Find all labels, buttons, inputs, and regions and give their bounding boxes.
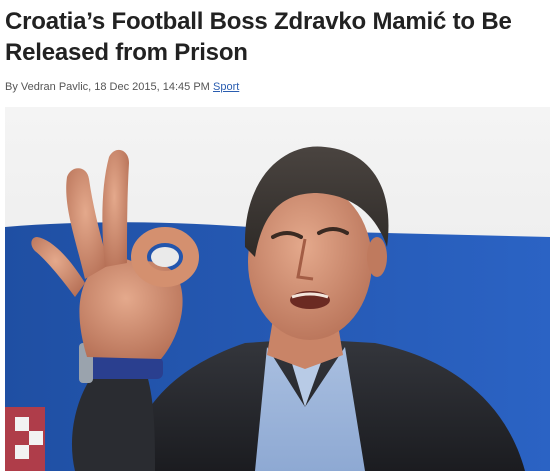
article-byline: By Vedran Pavlic, 18 Dec 2015, 14:45 PM xyxy=(5,81,210,93)
category-link-sport[interactable]: Sport xyxy=(213,81,239,93)
photo-watch xyxy=(83,357,163,379)
article-headline: Croatia’s Football Boss Zdravko Mamić to… xyxy=(5,8,512,66)
article-hero-photo xyxy=(5,107,550,471)
article: Croatia’s Football Boss Zdravko Mamić to… xyxy=(0,0,550,471)
